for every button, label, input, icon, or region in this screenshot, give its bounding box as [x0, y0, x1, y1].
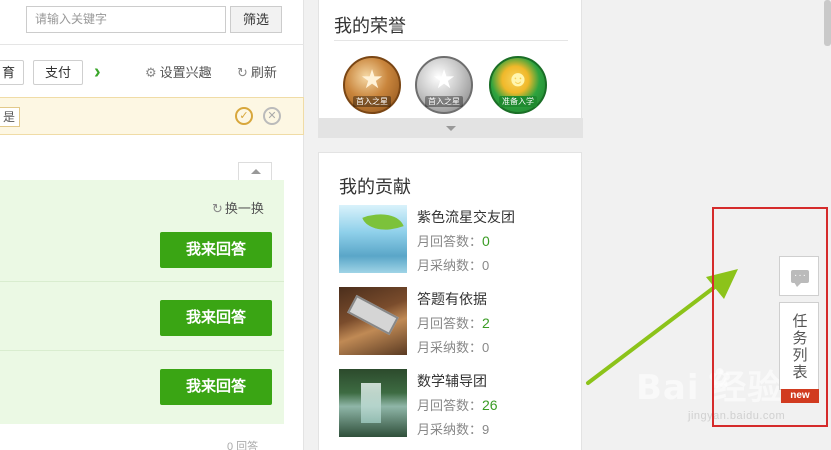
collapse-toggle[interactable]: [238, 162, 272, 180]
interest-toolbar: 育 支付 › ⚙ 设置兴趣 ↻ 刷新: [0, 58, 304, 88]
refresh-link[interactable]: ↻ 刷新: [237, 64, 277, 82]
medal-label: 首入之星: [425, 96, 463, 107]
monthly-adopted: 月采纳数：0: [417, 255, 489, 274]
honors-title: 我的荣誉: [334, 16, 406, 36]
question-feed-panel: 请输入关键字 筛选 育 支付 › ⚙ 设置兴趣 ↻ 刷新 是 ✓ ✕ ↻ 换一换 我来…: [0, 0, 304, 450]
refresh-label: 刷新: [250, 65, 277, 80]
divider: [334, 40, 568, 41]
filter-button[interactable]: 筛选: [230, 6, 282, 33]
team-thumbnail[interactable]: [339, 369, 407, 437]
medal-label: 准备入学: [499, 96, 537, 107]
monthly-adopted-value: 0: [482, 258, 490, 273]
notice-button[interactable]: 是: [0, 107, 20, 127]
change-batch-label: 换一换: [224, 201, 264, 216]
team-item[interactable]: 答题有依据 月回答数：2 月采纳数：0: [339, 287, 579, 359]
set-interest-link[interactable]: ⚙ 设置兴趣: [145, 64, 212, 82]
team-name[interactable]: 数学辅导团: [417, 371, 487, 391]
tag-payment-button[interactable]: 支付: [33, 60, 83, 85]
recommended-questions-panel: ↻ 换一换 我来回答 我来回答 我来回答: [0, 180, 284, 424]
gear-icon: ⚙: [145, 65, 157, 80]
scrollbar[interactable]: [824, 0, 831, 46]
dots-icon: ···: [794, 270, 807, 281]
bronze-medal-icon[interactable]: ★ 首入之星: [343, 56, 401, 114]
divider: [0, 281, 284, 282]
monthly-adopted-label: 月采纳数：: [417, 422, 483, 437]
answers-count: 0 回答: [227, 441, 259, 450]
team-thumbnail[interactable]: [339, 205, 407, 273]
search-input[interactable]: 请输入关键字: [26, 6, 226, 33]
answer-button[interactable]: 我来回答: [160, 232, 272, 268]
monthly-answers-label: 月回答数：: [417, 234, 483, 249]
new-badge: new: [781, 389, 819, 403]
monthly-adopted: 月采纳数：0: [417, 337, 489, 356]
contributions-card: 我的贡献 紫色流星交友团 月回答数：0 月采纳数：0 答题有依据 月回答数：2 …: [318, 152, 582, 450]
answer-button[interactable]: 我来回答: [160, 369, 272, 405]
task-list-label: 任务列表: [792, 313, 808, 381]
team-name[interactable]: 答题有依据: [417, 289, 487, 309]
silver-medal-icon[interactable]: ★ 首入之星: [415, 56, 473, 114]
monthly-answers-value: 2: [482, 315, 490, 331]
answer-button[interactable]: 我来回答: [160, 300, 272, 336]
team-thumbnail[interactable]: [339, 287, 407, 355]
mascot-icon: ☻: [506, 66, 530, 91]
star-icon: ★: [432, 64, 456, 94]
contributions-title: 我的贡献: [339, 177, 411, 197]
check-icon[interactable]: ✓: [235, 107, 253, 125]
medal-label: 首入之星: [353, 96, 391, 107]
monthly-answers-label: 月回答数：: [417, 316, 483, 331]
notice-bar: 是 ✓ ✕: [0, 97, 304, 135]
mascot-medal-icon[interactable]: ☻ 准备入学: [489, 56, 547, 114]
monthly-answers-value: 0: [482, 233, 490, 249]
monthly-adopted-label: 月采纳数：: [417, 258, 483, 273]
monthly-adopted-value: 9: [482, 422, 490, 437]
honors-card: 我的荣誉 ★ 首入之星 ★ 首入之星 ☻ 准备入学: [318, 0, 583, 138]
refresh-icon: ↻: [237, 65, 248, 80]
chevron-right-icon[interactable]: ›: [94, 60, 101, 84]
divider: [0, 44, 304, 45]
divider: [0, 350, 284, 351]
monthly-answers-value: 26: [482, 397, 498, 413]
team-name[interactable]: 紫色流星交友团: [417, 207, 515, 227]
monthly-answers-label: 月回答数：: [417, 398, 483, 413]
close-icon[interactable]: ✕: [263, 107, 281, 125]
monthly-answers: 月回答数：26: [417, 395, 498, 414]
team-item[interactable]: 数学辅导团 月回答数：26 月采纳数：9: [339, 369, 579, 441]
expand-honors-toggle[interactable]: [319, 118, 583, 138]
monthly-adopted-label: 月采纳数：: [417, 340, 483, 355]
star-icon: ★: [360, 64, 384, 94]
team-item[interactable]: 紫色流星交友团 月回答数：0 月采纳数：0: [339, 205, 579, 277]
task-list-button[interactable]: 任务列表: [779, 302, 819, 390]
change-batch-link[interactable]: ↻ 换一换: [212, 198, 264, 217]
set-interest-label: 设置兴趣: [159, 65, 212, 80]
monthly-answers: 月回答数：0: [417, 231, 490, 250]
monthly-adopted-value: 0: [482, 340, 490, 355]
tag-education-button[interactable]: 育: [0, 60, 24, 85]
monthly-answers: 月回答数：2: [417, 313, 490, 332]
refresh-icon: ↻: [212, 201, 223, 216]
monthly-adopted: 月采纳数：9: [417, 419, 489, 438]
chat-button[interactable]: ···: [779, 256, 819, 296]
